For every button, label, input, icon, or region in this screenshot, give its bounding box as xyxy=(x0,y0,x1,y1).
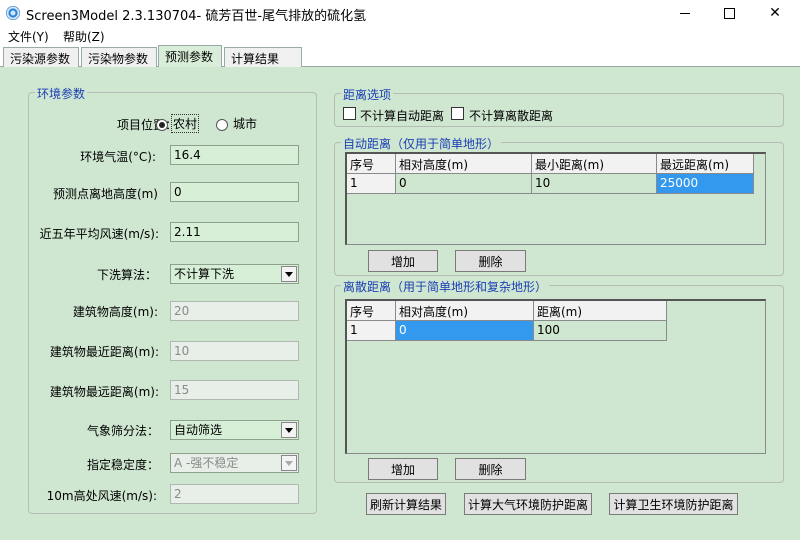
stability-label: 指定稳定度： xyxy=(86,458,159,472)
radio-rural[interactable] xyxy=(156,119,168,131)
window-title: Screen3Model 2.3.130704- 硫芳百世-尾气排放的硫化氢 xyxy=(26,9,367,24)
met-select[interactable]: 自动筛选 xyxy=(170,420,299,440)
refresh-results-button[interactable]: 刷新计算结果 xyxy=(366,493,446,515)
auto-col-header: 序号 xyxy=(347,154,396,174)
no-auto-label[interactable]: 不计算自动距离 xyxy=(360,107,444,124)
auto-cell-min[interactable]: 10 xyxy=(532,174,657,194)
app-icon xyxy=(6,6,20,20)
discrete-col-header: 相对高度(m) xyxy=(396,301,534,321)
bldg-near-label: 建筑物最近距离(m): xyxy=(49,345,159,359)
menu-bar: 文件(Y) 帮助(Z) xyxy=(0,26,800,45)
discrete-distance-group: 离散距离（用于简单地形和复杂地形） 序号 相对高度(m) 距离(m) 1 0 1… xyxy=(334,278,784,483)
maximize-button[interactable] xyxy=(706,0,752,26)
distance-options-group: 距离选项 不计算自动距离 不计算离散距离 xyxy=(334,86,784,127)
env-params-group: 环境参数 项目位置： 农村 城市 环境气温(°C): 16.4 预测点离地高度(… xyxy=(28,85,317,514)
met-value: 自动筛选 xyxy=(174,423,223,437)
bldg-height-input[interactable]: 20 xyxy=(170,301,299,321)
calc-air-distance-button[interactable]: 计算大气环境防护距离 xyxy=(464,493,592,515)
close-icon: ✕ xyxy=(769,5,781,21)
bldg-far-input[interactable]: 15 xyxy=(170,380,299,400)
wind10-label: 10m高处风速(m/s): xyxy=(46,489,157,503)
chevron-down-icon[interactable] xyxy=(281,422,297,438)
discrete-delete-button[interactable]: 删除 xyxy=(455,458,526,480)
no-discrete-checkbox[interactable] xyxy=(451,107,464,120)
chevron-down-icon[interactable] xyxy=(281,266,297,282)
auto-distance-grid[interactable]: 序号 相对高度(m) 最小距离(m) 最远距离(m) 1 0 10 25000 xyxy=(345,152,766,245)
tab-prediction-params[interactable]: 预测参数 xyxy=(158,45,222,68)
bldg-far-label: 建筑物最远距离(m): xyxy=(49,385,159,399)
auto-cell-max[interactable]: 25000 xyxy=(657,174,754,194)
menu-file[interactable]: 文件(Y) xyxy=(8,28,49,45)
wind5-input[interactable]: 2.11 xyxy=(170,222,299,242)
wind10-input[interactable]: 2 xyxy=(170,484,299,504)
auto-distance-group: 自动距离（仅用于简单地形） 序号 相对高度(m) 最小距离(m) 最远距离(m)… xyxy=(334,135,784,276)
bldg-height-label: 建筑物高度(m): xyxy=(72,305,158,319)
discrete-cell-height[interactable]: 0 xyxy=(396,321,534,341)
downwash-value: 不计算下洗 xyxy=(174,267,235,281)
receptor-height-input[interactable]: 0 xyxy=(170,182,299,202)
auto-col-header: 相对高度(m) xyxy=(396,154,532,174)
no-discrete-label[interactable]: 不计算离散距离 xyxy=(469,107,553,124)
auto-col-header: 最远距离(m) xyxy=(657,154,754,174)
auto-cell-height[interactable]: 0 xyxy=(396,174,532,194)
radio-urban[interactable] xyxy=(216,119,228,131)
auto-delete-button[interactable]: 删除 xyxy=(455,250,526,272)
tab-strip: 污染源参数 污染物参数 预测参数 计算结果 xyxy=(0,45,800,68)
wind5-label: 近五年平均风速(m/s): xyxy=(39,227,159,241)
downwash-label: 下洗算法： xyxy=(96,268,157,282)
downwash-select[interactable]: 不计算下洗 xyxy=(170,264,299,284)
table-row-index: 1 xyxy=(347,321,396,341)
tab-source-params[interactable]: 污染源参数 xyxy=(3,47,79,67)
tab-pollutant-params[interactable]: 污染物参数 xyxy=(81,47,157,67)
temp-label: 环境气温(°C): xyxy=(80,150,156,164)
bldg-near-input[interactable]: 10 xyxy=(170,341,299,361)
table-row-index: 1 xyxy=(347,174,396,194)
calc-health-distance-button[interactable]: 计算卫生环境防护距离 xyxy=(609,493,738,515)
receptor-height-label: 预测点离地高度(m) xyxy=(52,187,158,201)
discrete-cell-distance[interactable]: 100 xyxy=(534,321,667,341)
title-bar: Screen3Model 2.3.130704- 硫芳百世-尾气排放的硫化氢 ✕ xyxy=(0,0,800,26)
auto-distance-title: 自动距离（仅用于简单地形） xyxy=(341,135,502,152)
chevron-down-icon[interactable] xyxy=(281,455,297,471)
menu-help[interactable]: 帮助(Z) xyxy=(63,28,105,45)
close-button[interactable]: ✕ xyxy=(752,0,798,26)
auto-col-header: 最小距离(m) xyxy=(532,154,657,174)
stability-select[interactable]: A -强不稳定 xyxy=(170,453,299,473)
discrete-col-header: 距离(m) xyxy=(534,301,667,321)
discrete-col-header: 序号 xyxy=(347,301,396,321)
no-auto-checkbox[interactable] xyxy=(343,107,356,120)
env-params-title: 环境参数 xyxy=(35,85,88,102)
temp-input[interactable]: 16.4 xyxy=(170,145,299,165)
distance-options-title: 距离选项 xyxy=(341,86,394,103)
minimize-button[interactable] xyxy=(662,0,708,26)
radio-urban-label[interactable]: 城市 xyxy=(233,115,257,132)
discrete-distance-grid[interactable]: 序号 相对高度(m) 距离(m) 1 0 100 xyxy=(345,299,766,454)
radio-rural-label[interactable]: 农村 xyxy=(171,114,200,133)
stability-value: A -强不稳定 xyxy=(174,456,239,470)
met-label: 气象筛分法： xyxy=(86,424,159,438)
tab-results[interactable]: 计算结果 xyxy=(224,47,302,67)
main-panel: 环境参数 项目位置： 农村 城市 环境气温(°C): 16.4 预测点离地高度(… xyxy=(0,67,800,540)
discrete-distance-title: 离散距离（用于简单地形和复杂地形） xyxy=(341,278,550,295)
discrete-add-button[interactable]: 增加 xyxy=(368,458,438,480)
auto-add-button[interactable]: 增加 xyxy=(368,250,438,272)
